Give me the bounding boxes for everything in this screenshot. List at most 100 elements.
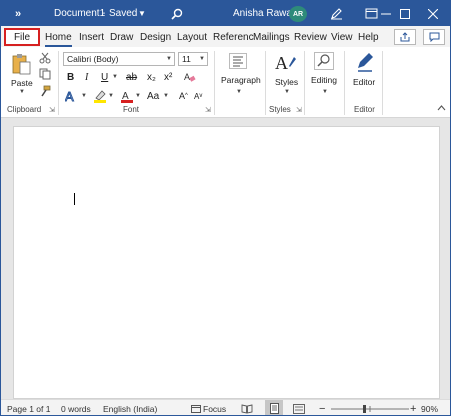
chevron-down-icon[interactable]: ▼ <box>81 93 87 99</box>
word-count[interactable]: 0 words <box>61 400 91 415</box>
change-case-button[interactable]: Aa <box>147 89 159 103</box>
copy-icon[interactable] <box>39 68 51 82</box>
chevron-down-icon[interactable]: ▼ <box>112 74 118 80</box>
focus-button[interactable]: Focus <box>203 400 226 415</box>
chevron-down-icon[interactable]: ▼ <box>163 93 169 99</box>
close-icon[interactable] <box>421 1 445 26</box>
bold-button[interactable]: B <box>67 70 74 84</box>
zoom-slider[interactable] <box>331 400 409 415</box>
superscript-button[interactable]: x² <box>164 70 172 84</box>
document-area <box>1 118 450 399</box>
divider <box>58 51 59 115</box>
tab-help[interactable]: Help <box>358 28 379 46</box>
styles-icon[interactable]: A <box>274 52 296 76</box>
cut-icon[interactable] <box>39 52 51 66</box>
search-icon[interactable] <box>169 1 185 26</box>
chevron-down-icon: ▼ <box>199 56 205 62</box>
divider <box>382 51 383 115</box>
read-mode-icon[interactable] <box>241 400 253 415</box>
italic-button[interactable]: I <box>85 70 88 84</box>
tab-layout[interactable]: Layout <box>177 28 207 46</box>
user-name[interactable]: Anisha Rawat <box>233 1 295 26</box>
chevron-down-icon[interactable]: ▼ <box>284 89 290 95</box>
svg-text:A: A <box>184 72 190 82</box>
print-layout-icon[interactable] <box>265 400 283 415</box>
chevron-down-icon: ▼ <box>166 56 172 62</box>
grow-font-icon[interactable]: A ^ <box>179 89 188 103</box>
tab-mailings[interactable]: Mailings <box>253 28 290 46</box>
comments-icon[interactable] <box>423 29 445 45</box>
document-page[interactable] <box>13 126 440 399</box>
font-name-value: Calibri (Body) <box>67 54 119 64</box>
dialog-launcher-icon[interactable]: ⇲ <box>296 106 302 114</box>
tab-draw[interactable]: Draw <box>110 28 133 46</box>
clipboard-group-label: Clipboard <box>7 105 42 114</box>
chevron-down-icon[interactable]: ▼ <box>236 89 242 95</box>
paragraph-icon[interactable] <box>229 53 247 71</box>
web-layout-icon[interactable] <box>293 400 305 415</box>
format-painter-icon[interactable] <box>39 85 51 99</box>
shrink-font-icon[interactable]: Av <box>194 89 202 103</box>
text-effects-icon[interactable]: A <box>65 89 79 103</box>
language-indicator[interactable]: English (India) <box>103 400 157 415</box>
highlighter-icon[interactable] <box>93 89 107 103</box>
editor-icon[interactable] <box>355 51 375 75</box>
paragraph-button[interactable]: Paragraph <box>221 75 261 85</box>
tab-home[interactable]: Home <box>45 28 72 47</box>
editor-group-label: Editor <box>354 105 375 114</box>
tab-insert[interactable]: Insert <box>79 28 104 46</box>
page-count[interactable]: Page 1 of 1 <box>7 400 50 415</box>
tab-file[interactable]: File <box>4 28 40 46</box>
editor-button[interactable]: Editor <box>353 77 375 87</box>
divider <box>304 51 305 115</box>
maximize-icon[interactable] <box>395 1 415 26</box>
chevron-down-icon[interactable]: ▼ <box>322 89 328 95</box>
avatar[interactable]: AR <box>289 6 307 22</box>
quick-access-more-button[interactable]: » <box>15 1 21 26</box>
dialog-launcher-icon[interactable]: ⇲ <box>49 106 55 114</box>
dialog-launcher-icon[interactable]: ⇲ <box>205 106 211 114</box>
tab-references[interactable]: Referenc <box>213 28 254 46</box>
collapse-ribbon-icon[interactable] <box>437 103 446 113</box>
font-name-select[interactable]: Calibri (Body) ▼ <box>63 52 175 66</box>
chevron-down-icon[interactable]: ▼ <box>108 93 114 99</box>
document-title[interactable]: Document1 <box>54 1 105 26</box>
chevron-down-icon[interactable]: ▼ <box>135 93 141 99</box>
editing-search-icon[interactable] <box>314 52 334 72</box>
clipboard-icon[interactable] <box>11 53 31 77</box>
font-size-value: 11 <box>182 54 191 64</box>
editing-button[interactable]: Editing <box>311 75 337 85</box>
title-bar: » Document1 - Saved ▼ Anisha Rawat AR <box>1 1 450 26</box>
pen-icon[interactable] <box>328 1 344 26</box>
word-window: » Document1 - Saved ▼ Anisha Rawat AR Fi… <box>0 0 451 416</box>
chevron-down-icon[interactable]: ▼ <box>138 1 146 26</box>
chevron-down-icon[interactable]: ▼ <box>19 89 25 95</box>
divider <box>344 51 345 115</box>
ribbon-tabs: File Home Insert Draw Design Layout Refe… <box>1 26 450 47</box>
svg-text:A: A <box>275 53 288 73</box>
status-bar: Page 1 of 1 0 words English (India) Focu… <box>1 399 450 415</box>
paste-button[interactable]: Paste <box>11 78 33 88</box>
subscript-button[interactable]: x₂ <box>147 70 156 84</box>
tab-design[interactable]: Design <box>140 28 171 46</box>
tab-view[interactable]: View <box>331 28 353 46</box>
tab-review[interactable]: Review <box>294 28 327 46</box>
svg-text:A: A <box>65 89 74 103</box>
styles-button[interactable]: Styles <box>275 77 298 87</box>
focus-icon[interactable] <box>191 400 201 415</box>
underline-button[interactable]: U <box>101 70 108 84</box>
share-icon[interactable] <box>394 29 416 45</box>
save-status[interactable]: Saved <box>109 1 137 26</box>
clear-formatting-icon[interactable]: A <box>184 70 196 84</box>
font-size-select[interactable]: 11 ▼ <box>178 52 208 66</box>
divider <box>265 51 266 115</box>
divider <box>214 51 215 115</box>
font-color-icon[interactable]: A <box>120 89 134 103</box>
zoom-level[interactable]: 90% <box>421 400 438 415</box>
text-cursor <box>74 193 75 205</box>
zoom-out-button[interactable]: − <box>319 400 325 415</box>
strikethrough-button[interactable]: ab <box>126 70 137 84</box>
font-group-label: Font <box>123 105 140 114</box>
zoom-in-button[interactable]: + <box>410 400 416 415</box>
styles-group-label: Styles <box>269 105 291 114</box>
